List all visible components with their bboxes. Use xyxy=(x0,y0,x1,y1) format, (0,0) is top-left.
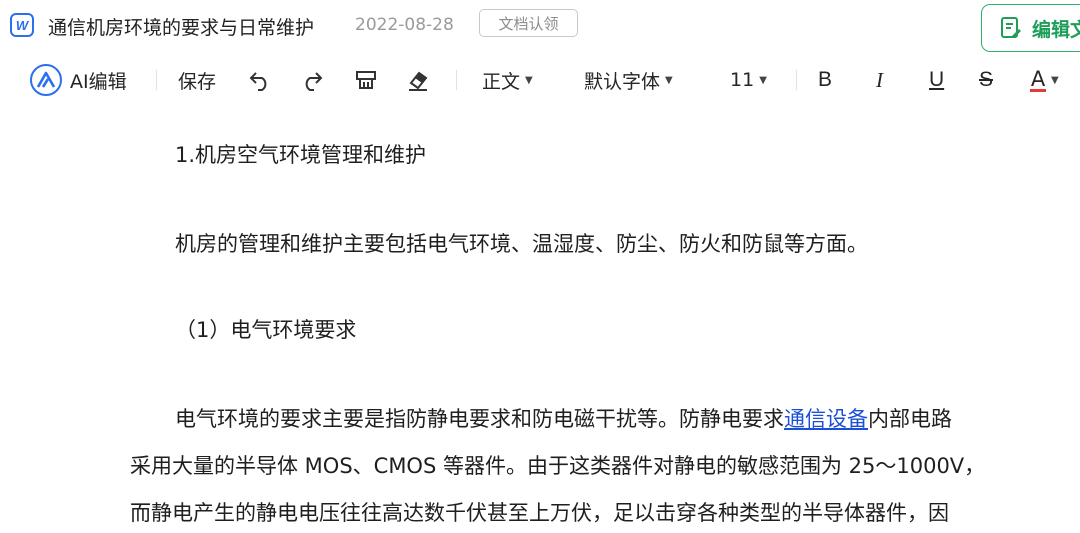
toolbar-divider xyxy=(156,70,157,90)
paragraph-text: 电气环境的要求主要是指防静电要求和防电磁干扰等。防静电要求 xyxy=(175,407,784,431)
format-painter-icon xyxy=(356,71,376,89)
ai-logo-icon xyxy=(30,64,62,96)
font-family-value: 默认字体 xyxy=(584,70,661,93)
telecom-equipment-link[interactable]: 通信设备 xyxy=(784,407,868,431)
heading-electrical-env: （1）电气环境要求 xyxy=(175,318,357,342)
underline-button[interactable]: U xyxy=(929,56,944,104)
editor-toolbar: AI编辑 保存 正文 ▼ 默认字体 ▼ 11 ▼ B I U S A ▼ xyxy=(0,56,1080,104)
paragraph-line: 电气环境的要求主要是指防静电要求和防电磁干扰等。防静电要求通信设备内部电路 xyxy=(175,403,952,433)
clear-format-button[interactable] xyxy=(406,56,430,104)
ai-edit-label: AI编辑 xyxy=(70,70,127,93)
edit-doc-icon xyxy=(1001,17,1021,38)
toolbar-divider xyxy=(796,70,797,90)
document-title: 通信机房环境的要求与日常维护 xyxy=(48,17,315,39)
font-color-label: A xyxy=(1030,66,1046,91)
paragraph-text: 内部电路 xyxy=(868,407,952,431)
italic-button[interactable]: I xyxy=(876,56,883,104)
toolbar-divider xyxy=(456,70,457,90)
word-doc-icon: W xyxy=(10,13,34,37)
save-button[interactable]: 保存 xyxy=(178,56,216,104)
font-color-swatch xyxy=(1030,88,1046,92)
chevron-down-icon: ▼ xyxy=(1051,74,1059,86)
edit-document-button[interactable]: 编辑文 xyxy=(981,4,1080,52)
edit-document-label: 编辑文 xyxy=(1032,18,1080,41)
redo-button[interactable] xyxy=(300,56,324,104)
chevron-down-icon: ▼ xyxy=(665,74,673,86)
title-bar: W 通信机房环境的要求与日常维护 2022-08-28 文档认领 编辑文 xyxy=(0,0,1080,52)
paragraph-line: 采用大量的半导体 MOS、CMOS 等器件。由于这类器件对静电的敏感范围为 25… xyxy=(130,454,986,478)
font-color-button[interactable]: A ▼ xyxy=(1030,56,1059,104)
font-size-value: 11 xyxy=(730,69,755,91)
document-date: 2022-08-28 xyxy=(355,15,454,35)
paragraph-intro: 机房的管理和维护主要包括电气环境、温湿度、防尘、防火和防鼠等方面。 xyxy=(175,232,868,256)
undo-icon xyxy=(249,72,267,91)
paragraph-style-select[interactable]: 正文 ▼ xyxy=(482,56,533,104)
eraser-icon xyxy=(409,71,428,91)
bold-button[interactable]: B xyxy=(818,56,832,104)
format-painter-button[interactable] xyxy=(354,56,378,104)
paragraph-style-value: 正文 xyxy=(482,70,521,93)
chevron-down-icon: ▼ xyxy=(525,74,533,86)
font-size-select[interactable]: 11 ▼ xyxy=(730,56,767,104)
undo-button[interactable] xyxy=(248,56,272,104)
ai-edit-button[interactable]: AI编辑 xyxy=(30,56,127,104)
font-family-select[interactable]: 默认字体 ▼ xyxy=(584,56,673,104)
paragraph-line: 而静电产生的静电电压往往高达数千伏甚至上万伏，足以击穿各种类型的半导体器件，因 xyxy=(130,501,949,525)
claim-document-button[interactable]: 文档认领 xyxy=(479,9,578,37)
chevron-down-icon: ▼ xyxy=(759,74,767,86)
redo-icon xyxy=(305,72,323,91)
strikethrough-button[interactable]: S xyxy=(979,56,993,104)
heading-section-1: 1.机房空气环境管理和维护 xyxy=(175,143,427,167)
